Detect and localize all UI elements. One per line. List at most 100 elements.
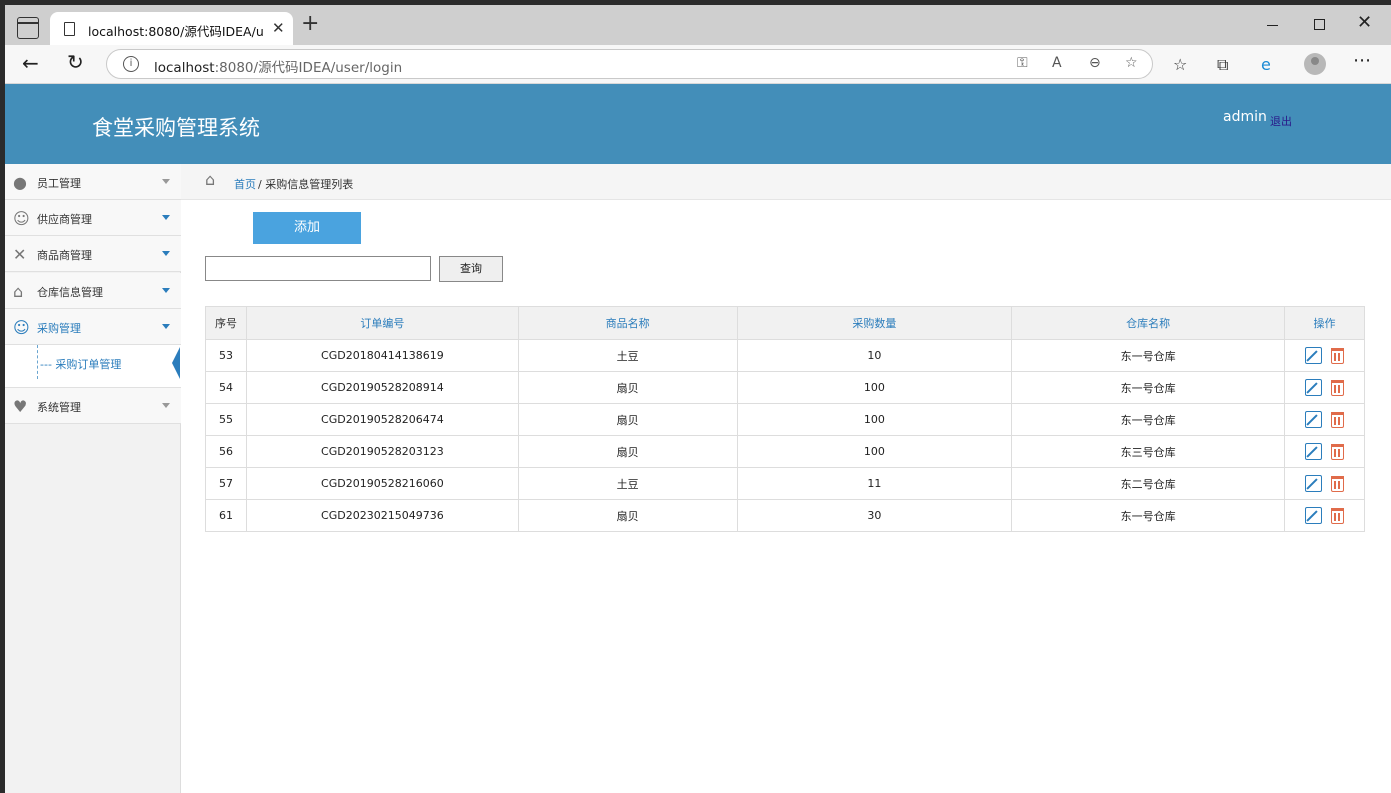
cell-order: CGD20190528203123 [245, 435, 519, 468]
user-name: admin [1223, 109, 1267, 125]
cell-order: CGD20230215049736 [245, 499, 519, 532]
edit-icon[interactable] [1305, 347, 1322, 364]
delete-icon[interactable] [1331, 347, 1344, 364]
window-close-icon[interactable]: ✕ [1357, 14, 1372, 32]
edit-icon[interactable] [1305, 411, 1322, 428]
cell-warehouse: 东二号仓库 [1011, 467, 1286, 500]
cell-product: 扇贝 [517, 435, 738, 468]
sidebar-item-staff[interactable]: ● 员工管理 [5, 164, 181, 200]
sidebar-subitem-purchase-orders[interactable]: --- 采购订单管理 [5, 345, 181, 388]
sidebar-item-suppliers[interactable]: ☺ 供应商管理 [5, 200, 181, 236]
cell-qty: 100 [736, 371, 1013, 404]
back-icon[interactable]: ← [22, 51, 39, 75]
chevron-down-icon [162, 288, 170, 293]
browser-tab[interactable]: localhost:8080/源代码IDEA/user/ ✕ [50, 12, 293, 45]
edit-icon[interactable] [1305, 475, 1322, 492]
cell-order: CGD20180414138619 [245, 339, 519, 372]
search-button[interactable]: 查询 [439, 256, 503, 282]
breadcrumb-home-link[interactable]: 首页 [234, 176, 256, 192]
edge-icon[interactable]: e [1261, 55, 1271, 74]
cell-product: 土豆 [517, 467, 738, 500]
sidebar-item-label: 供应商管理 [37, 213, 92, 226]
cell-actions [1284, 403, 1365, 436]
reload-icon[interactable]: ↻ [67, 50, 84, 74]
user-icon: ● [13, 173, 27, 192]
zoom-out-icon[interactable]: ⊖ [1089, 55, 1101, 71]
active-marker [172, 347, 180, 379]
edit-icon[interactable] [1305, 507, 1322, 524]
minimize-icon[interactable] [1267, 25, 1278, 26]
cell-id: 54 [205, 371, 247, 404]
maximize-icon[interactable] [1314, 19, 1325, 30]
cell-qty: 100 [736, 435, 1013, 468]
sidebar-subitem-label: --- 采购订单管理 [40, 358, 122, 371]
cell-actions [1284, 467, 1365, 500]
browser-toolbar: ← ↻ i localhost:8080/源代码IDEA/user/login … [5, 45, 1391, 84]
cell-id: 61 [205, 499, 247, 532]
read-aloud-icon[interactable]: A [1052, 55, 1062, 71]
cell-actions [1284, 499, 1365, 532]
tab-close-icon[interactable]: ✕ [272, 19, 285, 37]
favorite-add-icon[interactable]: ☆ [1125, 55, 1138, 71]
collections-icon[interactable]: ⧉ [1217, 55, 1228, 75]
logout-link[interactable]: 退出 [1270, 113, 1292, 129]
sidebar: ● 员工管理 ☺ 供应商管理 ✕ 商品商管理 ⌂ 仓库信息管理 ☺ 采购管理 -… [5, 164, 181, 793]
sidebar-item-label: 采购管理 [37, 322, 81, 335]
cell-order: CGD20190528216060 [245, 467, 519, 500]
info-icon[interactable]: i [123, 56, 139, 72]
new-tab-icon[interactable]: + [301, 13, 319, 35]
browser-window: localhost:8080/源代码IDEA/user/ ✕ + ✕ ← ↻ i… [5, 5, 1391, 793]
sidebar-item-label: 仓库信息管理 [37, 286, 103, 299]
sidebar-item-purchasing[interactable]: ☺ 采购管理 [5, 309, 181, 345]
col-header: 仓库名称 [1011, 306, 1286, 340]
more-icon[interactable]: ⋯ [1353, 50, 1372, 71]
delete-icon[interactable] [1331, 411, 1344, 428]
edit-icon[interactable] [1305, 443, 1322, 460]
table-header-row: 序号 订单编号 商品名称 采购数量 仓库名称 操作 [205, 306, 1365, 340]
table-row: 61 CGD20230215049736 扇贝 30 东一号仓库 [205, 499, 1365, 532]
delete-icon[interactable] [1331, 475, 1344, 492]
breadcrumb: ⌂ 首页 / 采购信息管理列表 [181, 164, 1391, 200]
purchase-table: 序号 订单编号 商品名称 采购数量 仓库名称 操作 53 CGD201804141… [205, 306, 1365, 532]
col-header: 操作 [1284, 306, 1365, 340]
cell-qty: 100 [736, 403, 1013, 436]
profile-avatar[interactable] [1304, 53, 1326, 75]
address-bar[interactable]: i localhost:8080/源代码IDEA/user/login ⚿ A … [106, 49, 1153, 79]
breadcrumb-current: / 采购信息管理列表 [258, 178, 354, 191]
tools-icon: ✕ [13, 245, 27, 264]
chevron-down-icon [162, 324, 170, 329]
edit-icon[interactable] [1305, 379, 1322, 396]
cell-qty: 10 [736, 339, 1013, 372]
delete-icon[interactable] [1331, 443, 1344, 460]
key-icon[interactable]: ⚿ [1017, 55, 1028, 71]
chevron-down-icon [162, 403, 170, 408]
cell-order: CGD20190528206474 [245, 403, 519, 436]
add-button[interactable]: 添加 [253, 212, 361, 244]
cell-warehouse: 东一号仓库 [1011, 339, 1286, 372]
sidebar-item-products[interactable]: ✕ 商品商管理 [5, 236, 181, 272]
table-row: 53 CGD20180414138619 土豆 10 东一号仓库 [205, 339, 1365, 372]
col-header: 订单编号 [245, 306, 519, 340]
col-header: 采购数量 [736, 306, 1013, 340]
chevron-down-icon [162, 179, 170, 184]
delete-icon[interactable] [1331, 507, 1344, 524]
cell-product: 扇贝 [517, 371, 738, 404]
cell-actions [1284, 371, 1365, 404]
cell-product: 扇贝 [517, 403, 738, 436]
table-row: 54 CGD20190528208914 扇贝 100 东一号仓库 [205, 371, 1365, 404]
cell-product: 扇贝 [517, 499, 738, 532]
tab-actions-icon[interactable] [17, 17, 39, 39]
search-input[interactable] [205, 256, 431, 281]
cell-qty: 11 [736, 467, 1013, 500]
sidebar-item-warehouse[interactable]: ⌂ 仓库信息管理 [5, 273, 181, 309]
cell-actions [1284, 435, 1365, 468]
cell-id: 53 [205, 339, 247, 372]
table-row: 57 CGD20190528216060 土豆 11 东二号仓库 [205, 467, 1365, 500]
sidebar-item-system[interactable]: ♥ 系统管理 [5, 388, 181, 424]
delete-icon[interactable] [1331, 379, 1344, 396]
favorites-icon[interactable]: ☆ [1173, 55, 1187, 74]
users-icon: ☺ [13, 318, 30, 337]
heart-icon: ♥ [13, 397, 28, 416]
table-row: 55 CGD20190528206474 扇贝 100 东一号仓库 [205, 403, 1365, 436]
app-header: 食堂采购管理系统 admin 退出 [5, 84, 1391, 164]
